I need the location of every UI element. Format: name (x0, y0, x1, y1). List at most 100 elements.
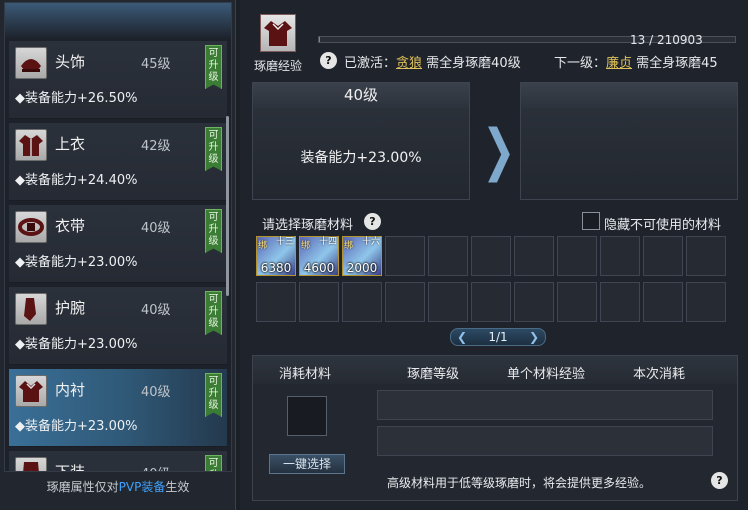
material-slot-empty[interactable] (428, 236, 468, 276)
next-level-set: 下一级：廉贞 需全身琢磨45 (554, 52, 718, 71)
activated-set: 已激活：贪狼 需全身琢磨40级 (344, 52, 521, 71)
consume-material-slot[interactable] (287, 396, 327, 436)
slot-level: 40级 (141, 385, 171, 400)
consume-headers: 消耗材料 琢磨等级 单个材料经验 本次消耗 (253, 356, 737, 384)
help-icon[interactable]: ? (364, 213, 381, 230)
material-slot-empty[interactable] (342, 282, 382, 322)
col-refine-level: 琢磨等级 (407, 367, 460, 382)
material-slot-empty[interactable] (471, 236, 511, 276)
coat-icon (15, 129, 47, 161)
equipment-slot-coat[interactable]: 上衣 42级 可升级 ◆装备能力+24.40% (9, 123, 227, 201)
slot-level: 45级 (141, 57, 171, 72)
consume-panel: 消耗材料 琢磨等级 单个材料经验 本次消耗 一键选择 高级材料用于低等级琢磨时，… (252, 355, 738, 501)
material-count: 6380 (260, 261, 292, 275)
material-grade: 十四 (318, 237, 337, 247)
activated-requirement: 需全身琢磨40级 (422, 56, 521, 71)
material-pager: ❮ 1/1 ❯ (450, 328, 546, 346)
next-level-box (520, 82, 738, 200)
upgradable-badge: 可升级 (205, 127, 222, 171)
equipment-slot-head[interactable]: 头饰 45级 可升级 ◆装备能力+26.50% (9, 41, 227, 119)
bound-mark: 绑 (344, 241, 354, 251)
current-level-stat: 装备能力+23.00% (300, 150, 422, 166)
pvp-note: 琢磨属性仅对PVP装备生效 (0, 478, 236, 495)
equipment-slot-bracer[interactable]: 护腕 40级 可升级 ◆装备能力+23.00% (9, 287, 227, 365)
material-item[interactable]: 绑 十四 4600 (299, 236, 339, 276)
help-icon[interactable]: ? (320, 52, 337, 69)
help-icon[interactable]: ? (711, 472, 728, 489)
consume-row (377, 426, 713, 456)
col-this-cost: 本次消耗 (633, 367, 686, 382)
slot-stat: ◆装备能力+26.50% (15, 91, 138, 106)
material-slot-empty[interactable] (643, 236, 683, 276)
material-slot-empty[interactable] (256, 282, 296, 322)
list-scrollbar[interactable] (226, 116, 229, 296)
current-level-box: 40级 装备能力+23.00% (252, 82, 470, 200)
hat-icon (15, 47, 47, 79)
next-page-icon[interactable]: ❯ (529, 329, 539, 345)
page-indicator: 1/1 (488, 330, 508, 344)
slot-level: 40级 (141, 463, 171, 471)
prev-page-icon[interactable]: ❮ (457, 329, 467, 345)
slot-level: 42级 (141, 139, 171, 154)
undershirt-icon (260, 14, 296, 52)
material-slot-empty[interactable] (514, 282, 554, 322)
material-slot-empty[interactable] (686, 282, 726, 322)
material-slot-empty[interactable] (299, 282, 339, 322)
exp-progress-fill (319, 37, 321, 42)
refine-exp-label: 琢磨经验 (254, 59, 303, 73)
upgradable-badge: 可升级 (205, 455, 222, 471)
activated-set-link[interactable]: 贪狼 (396, 56, 422, 71)
material-count: 2000 (346, 261, 378, 275)
hide-unusable-label: 隐藏不可使用的材料 (604, 218, 722, 233)
material-item[interactable]: 绑 十六 2000 (342, 236, 382, 276)
slot-stat: ◆装备能力+23.00% (15, 255, 138, 270)
material-grade: 十六 (361, 237, 380, 247)
slot-level: 40级 (141, 221, 171, 236)
material-count: 4600 (303, 261, 335, 275)
slot-name: 上衣 (55, 135, 86, 153)
material-slot-empty[interactable] (557, 282, 597, 322)
belt-icon (15, 211, 47, 243)
pvp-note-suffix: 生效 (165, 480, 190, 494)
equipment-list: 头饰 45级 可升级 ◆装备能力+26.50% 上衣 42级 可升级 ◆装备能力… (4, 2, 232, 472)
material-slot-empty[interactable] (471, 282, 511, 322)
material-slot-empty[interactable] (428, 282, 468, 322)
pvp-note-prefix: 琢磨属性仅对 (46, 480, 119, 494)
material-slot-empty[interactable] (514, 236, 554, 276)
bound-mark: 绑 (301, 241, 311, 251)
slot-name: 内衬 (55, 381, 86, 399)
material-slot-empty[interactable] (686, 236, 726, 276)
upgradable-badge: 可升级 (205, 291, 222, 335)
upgradable-badge: 可升级 (205, 45, 222, 89)
bound-mark: 绑 (258, 241, 268, 251)
material-slot-empty[interactable] (385, 282, 425, 322)
equipment-list-panel: 头饰 45级 可升级 ◆装备能力+26.50% 上衣 42级 可升级 ◆装备能力… (0, 0, 236, 510)
material-slot-empty[interactable] (557, 236, 597, 276)
material-select-label: 请选择琢磨材料 (262, 218, 354, 233)
material-slot-empty[interactable] (385, 236, 425, 276)
next-level-header (521, 83, 737, 109)
refine-panel: 琢磨经验 13 / 210903 ? 已激活：贪狼 需全身琢磨40级 下一级：廉… (240, 0, 748, 510)
material-slot-empty[interactable] (643, 282, 683, 322)
slot-stat: ◆装备能力+23.00% (15, 337, 138, 352)
col-consume-material: 消耗材料 (279, 367, 332, 382)
slot-level: 40级 (141, 303, 171, 318)
one-key-select-button[interactable]: 一键选择 (269, 454, 345, 474)
material-slot-empty[interactable] (600, 236, 640, 276)
exp-value: 13 / 210903 (630, 33, 703, 47)
material-slot-empty[interactable] (600, 282, 640, 322)
pants-icon (15, 457, 47, 471)
equipment-slot-undershirt[interactable]: 内衬 40级 可升级 ◆装备能力+23.00% (9, 369, 227, 447)
slot-stat: ◆装备能力+24.40% (15, 173, 138, 188)
pvp-note-highlight: PVP装备 (118, 480, 166, 494)
consume-row (377, 390, 713, 420)
next-set-link[interactable]: 廉贞 (606, 56, 632, 71)
hide-unusable-checkbox[interactable] (582, 212, 600, 230)
material-item[interactable]: 绑 十三 6380 (256, 236, 296, 276)
equipment-slot-pants[interactable]: 下装 40级 可升级 (9, 451, 227, 472)
slot-stat: ◆装备能力+23.00% (15, 419, 138, 434)
col-unit-exp: 单个材料经验 (507, 367, 586, 382)
equipment-slot-belt[interactable]: 衣带 40级 可升级 ◆装备能力+23.00% (9, 205, 227, 283)
slot-name: 下装 (55, 463, 86, 472)
activated-prefix: 已激活： (344, 56, 397, 71)
